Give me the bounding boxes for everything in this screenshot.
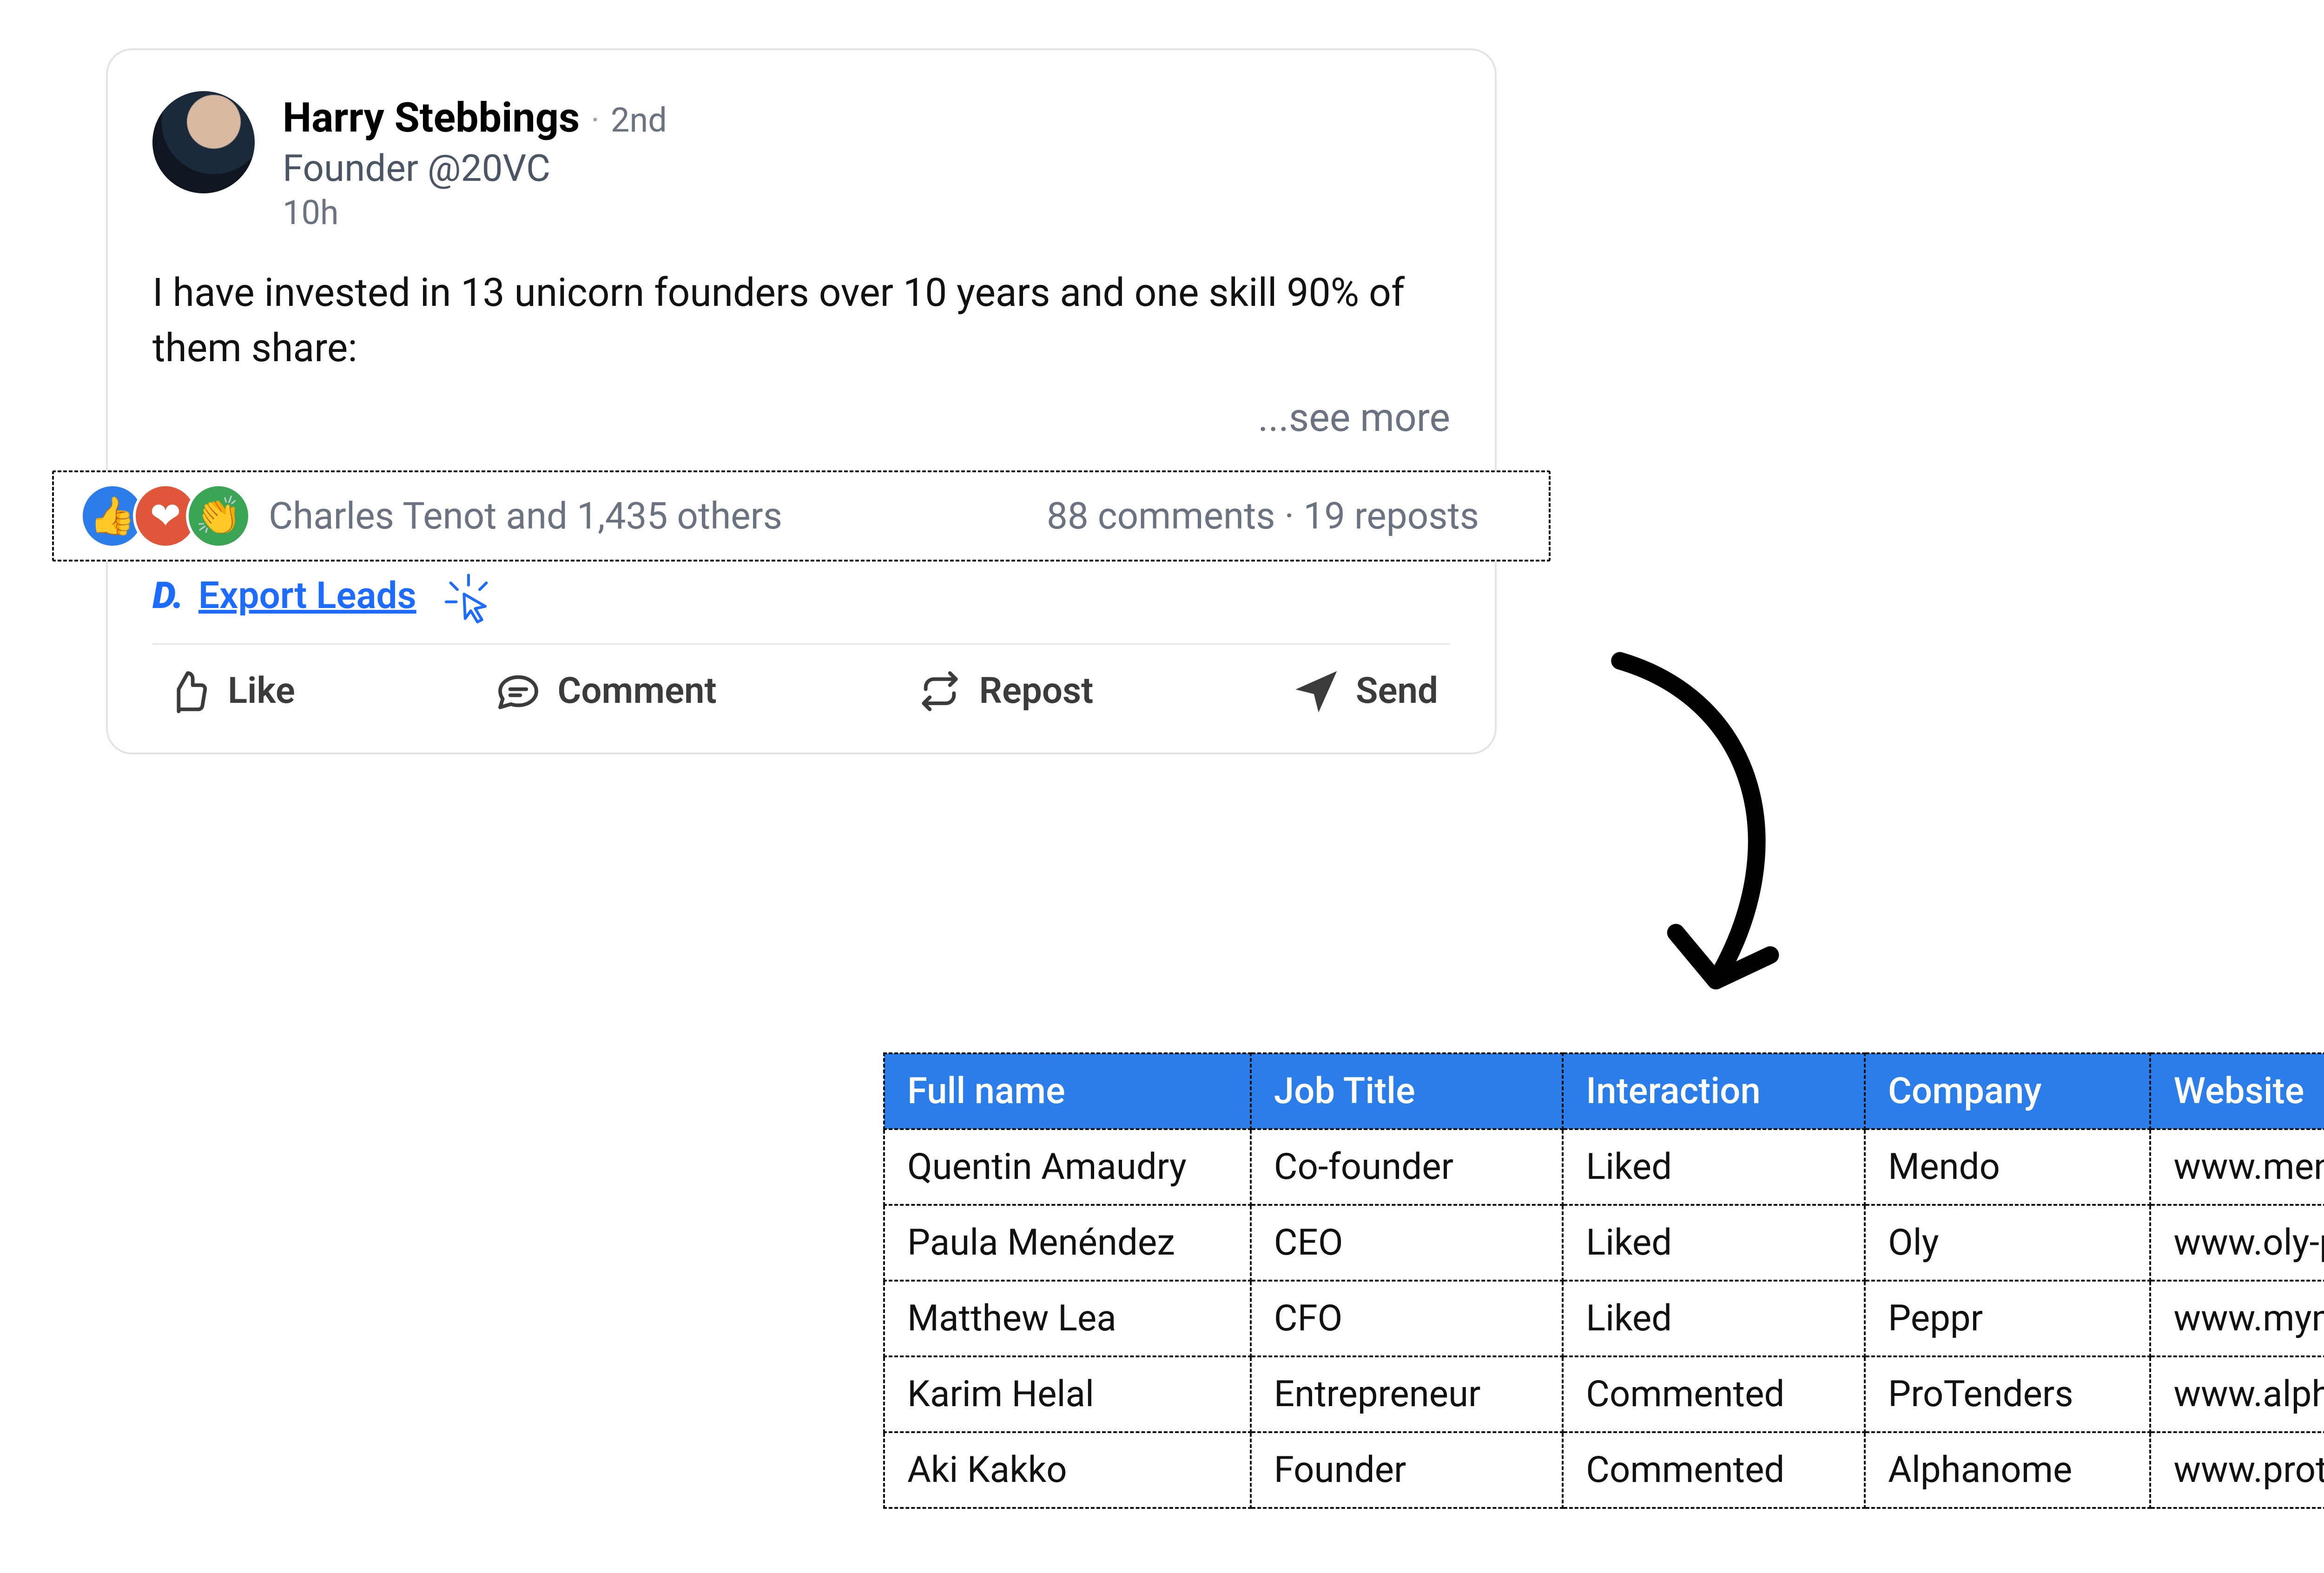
table-row: Quentin Amaudry Co-founder Liked Mendo w…	[884, 1129, 2324, 1205]
cell-interaction: Commented	[1563, 1356, 1865, 1432]
separator-dot: ·	[591, 100, 600, 140]
repost-icon	[916, 667, 964, 715]
comment-button[interactable]: Comment	[494, 667, 716, 715]
repost-button[interactable]: Repost	[916, 667, 1093, 715]
separator-dot: ·	[1284, 494, 1303, 538]
cursor-click-icon	[441, 572, 496, 628]
cell-interaction: Liked	[1563, 1205, 1865, 1281]
send-icon	[1293, 667, 1341, 715]
send-label: Send	[1356, 670, 1438, 712]
brand-d-icon: D.	[152, 574, 183, 617]
cell-full-name: Aki Kakko	[884, 1432, 1251, 1508]
table-row: Matthew Lea CFO Liked Peppr www.mymy...	[884, 1281, 2324, 1356]
col-job-title: Job Title	[1251, 1053, 1563, 1129]
leads-table-body: Quentin Amaudry Co-founder Liked Mendo w…	[884, 1129, 2324, 1508]
cell-interaction: Liked	[1563, 1129, 1865, 1205]
cell-full-name: Matthew Lea	[884, 1281, 1251, 1356]
poster-headline: Founder @20VC	[283, 146, 667, 190]
col-website: Website	[2150, 1053, 2324, 1129]
cell-job-title: Co-founder	[1251, 1129, 1563, 1205]
like-button[interactable]: Like	[165, 667, 295, 715]
repost-label: Repost	[979, 670, 1093, 712]
cell-company: Mendo	[1865, 1129, 2150, 1205]
reaction-cluster[interactable]: 👍 ❤ 👏	[80, 483, 251, 549]
col-full-name: Full name	[884, 1053, 1251, 1129]
cell-company: Alphanome	[1865, 1432, 2150, 1508]
cell-website: www.oly-pl...	[2150, 1205, 2324, 1281]
poster-meta: Harry Stebbings · 2nd Founder @20VC 10h	[283, 91, 667, 232]
avatar[interactable]	[152, 91, 255, 193]
clap-icon: 👏	[186, 483, 251, 549]
cell-job-title: CFO	[1251, 1281, 1563, 1356]
cell-website: www.mend...	[2150, 1129, 2324, 1205]
cell-company: Peppr	[1865, 1281, 2150, 1356]
reposts-count[interactable]: 19 reposts	[1303, 494, 1479, 538]
post-time: 10h	[283, 193, 667, 232]
engagement-left[interactable]: 👍 ❤ 👏 Charles Tenot and 1,435 others	[80, 483, 782, 549]
cell-interaction: Liked	[1563, 1281, 1865, 1356]
export-leads-link[interactable]: Export Leads	[198, 574, 416, 617]
poster-name-line: Harry Stebbings · 2nd	[283, 94, 667, 142]
cell-company: ProTenders	[1865, 1356, 2150, 1432]
comment-label: Comment	[557, 670, 716, 712]
cell-job-title: Entrepreneur	[1251, 1356, 1563, 1432]
cell-full-name: Quentin Amaudry	[884, 1129, 1251, 1205]
post-card: Harry Stebbings · 2nd Founder @20VC 10h …	[106, 48, 1497, 754]
leads-table-head: Full name Job Title Interaction Company …	[884, 1053, 2324, 1129]
engagement-right: 88 comments · 19 reposts	[1047, 494, 1479, 538]
like-label: Like	[228, 670, 295, 712]
comment-icon	[494, 667, 542, 715]
flow-arrow-icon	[1571, 637, 1813, 1037]
cell-job-title: Founder	[1251, 1432, 1563, 1508]
post-header: Harry Stebbings · 2nd Founder @20VC 10h	[152, 91, 1450, 232]
cell-full-name: Paula Menéndez	[884, 1205, 1251, 1281]
table-row: Karim Helal Entrepreneur Commented ProTe…	[884, 1356, 2324, 1432]
col-company: Company	[1865, 1053, 2150, 1129]
like-icon	[165, 667, 213, 715]
table-header-row: Full name Job Title Interaction Company …	[884, 1053, 2324, 1129]
table-row: Aki Kakko Founder Commented Alphanome ww…	[884, 1432, 2324, 1508]
table-row: Paula Menéndez CEO Liked Oly www.oly-pl.…	[884, 1205, 2324, 1281]
engagement-bar: 👍 ❤ 👏 Charles Tenot and 1,435 others 88 …	[52, 470, 1551, 562]
cell-website: www.alpha...	[2150, 1356, 2324, 1432]
cell-interaction: Commented	[1563, 1432, 1865, 1508]
cell-job-title: CEO	[1251, 1205, 1563, 1281]
connection-degree: 2nd	[611, 100, 667, 140]
cell-website: www.proten...	[2150, 1432, 2324, 1508]
comments-count[interactable]: 88 comments	[1047, 494, 1275, 538]
poster-name[interactable]: Harry Stebbings	[283, 94, 580, 142]
cell-company: Oly	[1865, 1205, 2150, 1281]
see-more-link[interactable]: ...see more	[1258, 395, 1450, 441]
post-body-text: I have invested in 13 unicorn founders o…	[152, 265, 1450, 376]
col-interaction: Interaction	[1563, 1053, 1865, 1129]
export-leads-row: D. Export Leads	[152, 574, 1450, 645]
likes-summary[interactable]: Charles Tenot and 1,435 others	[269, 494, 782, 538]
cell-full-name: Karim Helal	[884, 1356, 1251, 1432]
send-button[interactable]: Send	[1293, 667, 1438, 715]
cell-website: www.mymy...	[2150, 1281, 2324, 1356]
post-action-row: Like Comment Repost Send	[152, 645, 1450, 734]
leads-table: Full name Job Title Interaction Company …	[883, 1052, 2324, 1509]
